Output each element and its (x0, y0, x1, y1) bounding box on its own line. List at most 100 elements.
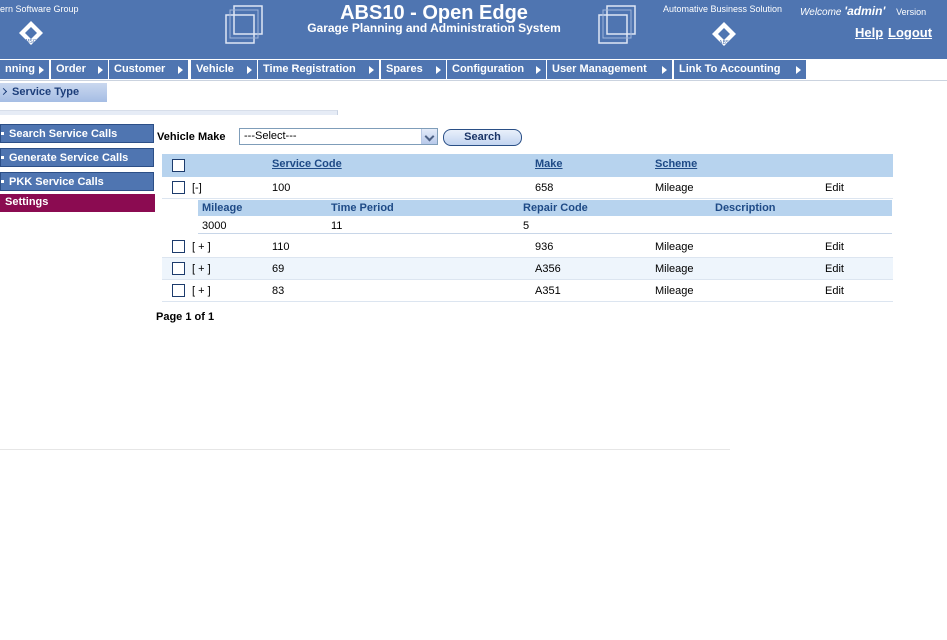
version-label: Version (896, 7, 927, 17)
detail-cell-time-period: 11 (331, 220, 343, 232)
submenu-arrow-icon (178, 66, 183, 74)
search-button[interactable]: Search (443, 129, 522, 146)
row-checkbox[interactable] (172, 262, 185, 275)
cell-service-code: 100 (272, 182, 291, 194)
submenu-arrow-icon (436, 66, 441, 74)
tab-service-type[interactable]: Service Type (0, 83, 107, 102)
submenu-arrow-icon (369, 66, 374, 74)
tab-underline (0, 110, 338, 115)
submenu-arrow-icon (247, 66, 252, 74)
edit-link[interactable]: Edit (825, 285, 844, 297)
cell-make: A356 (535, 263, 561, 275)
cell-make: 936 (535, 241, 554, 253)
generate-service-calls-button[interactable]: Generate Service Calls (0, 148, 154, 167)
menu-item-link-to-accounting[interactable]: Link To Accounting (674, 60, 806, 79)
row-checkbox[interactable] (172, 240, 185, 253)
sidebar-item-label: PKK Service Calls (9, 176, 104, 188)
tab-label: Service Type (12, 86, 80, 98)
abs-caption: Automative Business Solution (663, 4, 783, 14)
menu-item-vehicle[interactable]: Vehicle (191, 60, 257, 79)
column-header-scheme[interactable]: Scheme (655, 158, 697, 170)
collapse-toggle[interactable]: [-] (192, 182, 202, 194)
expand-toggle[interactable]: [ + ] (192, 263, 211, 275)
cell-scheme: Mileage (655, 182, 694, 194)
help-link[interactable]: Help (855, 25, 883, 40)
pager-text: Page 1 of 1 (156, 311, 215, 323)
cell-scheme: Mileage (655, 241, 694, 253)
sidebar-item-label: Search Service Calls (9, 128, 118, 140)
row-checkbox[interactable] (172, 181, 185, 194)
settings-button[interactable]: Settings (0, 194, 155, 212)
detail-header-mileage: Mileage (202, 202, 243, 214)
table-row: [-] 100 658 Mileage Edit (162, 177, 893, 199)
menu-item-time-registration[interactable]: Time Registration (258, 60, 379, 79)
table-row: [ + ] 110 936 Mileage Edit (162, 236, 893, 258)
column-header-service-code[interactable]: Service Code (272, 158, 342, 170)
cell-service-code: 69 (272, 263, 285, 275)
abs-logo-icon: ABS (712, 22, 736, 46)
grid-header: Service Code Make Scheme (162, 154, 893, 177)
cell-scheme: Mileage (655, 263, 694, 275)
submenu-arrow-icon (39, 66, 44, 74)
menu-item-order[interactable]: Order (51, 60, 108, 79)
menu-item-label: Link To Accounting (679, 63, 781, 75)
menu-item-customer[interactable]: Customer (109, 60, 188, 79)
pkk-service-calls-button[interactable]: PKK Service Calls (0, 172, 154, 191)
main-menu: nning Order Customer Vehicle Time Regist… (0, 59, 947, 81)
vehicle-make-select[interactable]: ---Select--- (239, 128, 438, 145)
menu-item-label: Time Registration (263, 63, 356, 75)
chevron-down-icon[interactable] (421, 129, 437, 144)
decorative-squares-icon (598, 5, 636, 44)
vehicle-make-selected: ---Select--- (244, 130, 297, 142)
cell-make: 658 (535, 182, 554, 194)
menu-item-planning[interactable]: nning (0, 60, 49, 79)
submenu-arrow-icon (98, 66, 103, 74)
detail-header-time-period: Time Period (331, 202, 394, 214)
edit-link[interactable]: Edit (825, 182, 844, 194)
expand-toggle[interactable]: [ + ] (192, 285, 211, 297)
submenu-arrow-icon (536, 66, 541, 74)
menu-item-spares[interactable]: Spares (381, 60, 446, 79)
company-logo-icon: MSG (19, 21, 43, 45)
menu-item-label: Spares (386, 63, 423, 75)
detail-header-description: Description (715, 202, 776, 214)
expand-toggle[interactable]: [ + ] (192, 241, 211, 253)
select-all-checkbox[interactable] (172, 159, 185, 172)
logout-link[interactable]: Logout (888, 25, 932, 40)
search-service-calls-button[interactable]: Search Service Calls (0, 124, 154, 143)
submenu-arrow-icon (796, 66, 801, 74)
welcome-user: 'admin' (844, 4, 886, 18)
welcome-text: Welcome 'admin' Version (800, 4, 926, 18)
company-name: ern Software Group (0, 4, 79, 14)
edit-link[interactable]: Edit (825, 263, 844, 275)
app-header: ern Software Group MSG ABS10 - Open Edge… (0, 0, 947, 59)
cell-scheme: Mileage (655, 285, 694, 297)
app-subtitle: Garage Planning and Administration Syste… (307, 21, 561, 35)
chevron-right-icon (0, 87, 8, 96)
cell-service-code: 83 (272, 285, 285, 297)
table-row: [ + ] 69 A356 Mileage Edit (162, 258, 893, 280)
bullet-icon (1, 156, 4, 159)
column-header-make[interactable]: Make (535, 158, 563, 170)
welcome-prefix: Welcome (800, 7, 842, 18)
menu-item-label: User Management (552, 63, 647, 75)
menu-item-configuration[interactable]: Configuration (447, 60, 546, 79)
menu-item-label: Order (56, 63, 86, 75)
divider (0, 449, 730, 450)
vehicle-make-label: Vehicle Make (157, 131, 226, 143)
menu-item-label: nning (5, 63, 35, 75)
detail-header-repair-code: Repair Code (523, 202, 588, 214)
submenu-arrow-icon (662, 66, 667, 74)
bullet-icon (1, 132, 4, 135)
detail-grid-header: Mileage Time Period Repair Code Descript… (198, 200, 892, 216)
edit-link[interactable]: Edit (825, 241, 844, 253)
detail-cell-mileage: 3000 (202, 220, 227, 232)
menu-item-user-management[interactable]: User Management (547, 60, 672, 79)
bullet-icon (1, 180, 4, 183)
row-checkbox[interactable] (172, 284, 185, 297)
menu-item-label: Configuration (452, 63, 525, 75)
sidebar-item-label: Generate Service Calls (9, 152, 129, 164)
cell-service-code: 110 (272, 241, 290, 253)
table-row: [ + ] 83 A351 Mileage Edit (162, 280, 893, 302)
detail-cell-repair-code: 5 (523, 220, 530, 232)
